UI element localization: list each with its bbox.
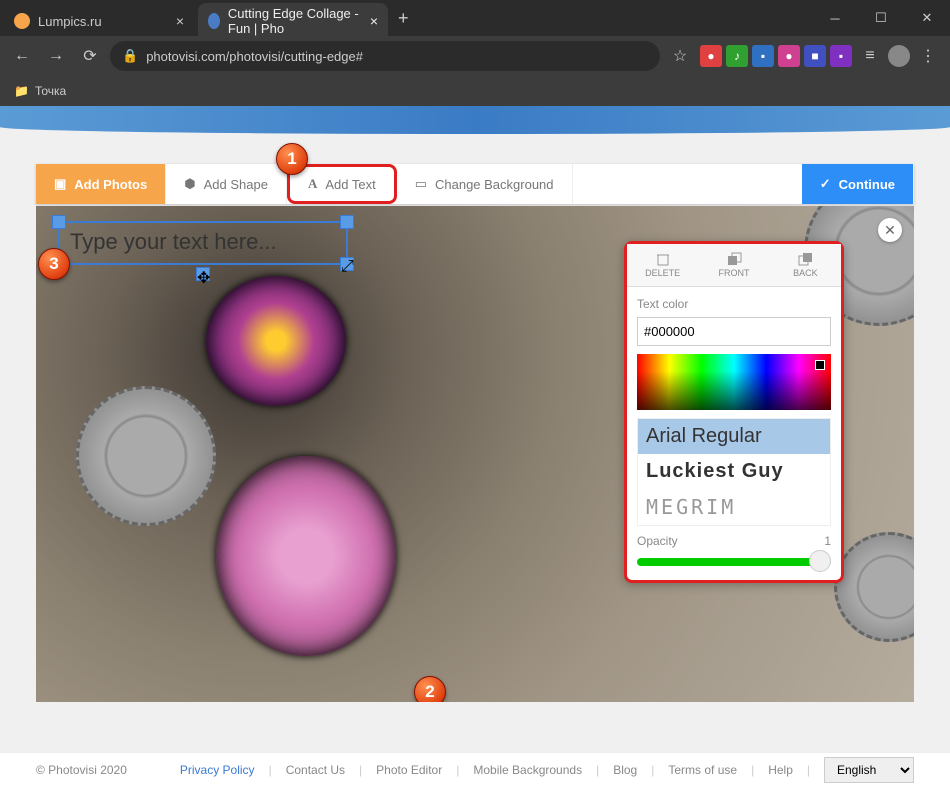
new-tab-button[interactable]: + xyxy=(398,8,409,29)
close-icon[interactable]: × xyxy=(176,13,184,29)
annotation-badge: 2 xyxy=(414,676,446,702)
send-back-button[interactable]: BACK xyxy=(770,244,841,286)
add-shape-button[interactable]: ⬢ Add Shape xyxy=(166,164,287,204)
text-properties-panel: DELETE FRONT BACK Text color xyxy=(624,241,844,583)
button-label: BACK xyxy=(793,268,818,278)
font-option[interactable]: MEGRIM xyxy=(638,489,830,525)
front-icon xyxy=(726,252,742,266)
extension-icon[interactable]: ■ xyxy=(804,45,826,67)
editor-toolbar: ▣ Add Photos ⬢ Add Shape A Add Text 1 ▭ … xyxy=(36,164,914,204)
footer-link[interactable]: Help xyxy=(768,763,793,777)
url-text: photovisi.com/photovisi/cutting-edge# xyxy=(146,49,363,64)
color-picker[interactable] xyxy=(637,354,831,410)
footer-link[interactable]: Mobile Backgrounds xyxy=(473,763,582,777)
extension-icon[interactable]: ▪ xyxy=(830,45,852,67)
bookmark-bar: 📁 Точка xyxy=(0,76,950,106)
favicon-icon xyxy=(14,13,30,29)
close-window-button[interactable]: ✕ xyxy=(904,3,950,33)
button-label: Change Background xyxy=(435,177,554,192)
text-icon: A xyxy=(308,176,317,192)
back-icon xyxy=(797,252,813,266)
bring-front-button[interactable]: FRONT xyxy=(698,244,769,286)
canvas-close-button[interactable]: ✕ xyxy=(878,218,902,242)
move-handle[interactable]: ✥ xyxy=(196,267,210,281)
extension-icon[interactable]: ● xyxy=(700,45,722,67)
browser-tab[interactable]: Lumpics.ru × xyxy=(4,3,194,39)
continue-button[interactable]: ✓ Continue xyxy=(802,164,914,204)
footer-link[interactable]: Photo Editor xyxy=(376,763,442,777)
extension-icon[interactable]: ♪ xyxy=(726,45,748,67)
footer-link[interactable]: Contact Us xyxy=(286,763,345,777)
url-input[interactable]: 🔒 photovisi.com/photovisi/cutting-edge# xyxy=(110,41,660,71)
page-content: ▣ Add Photos ⬢ Add Shape A Add Text 1 ▭ … xyxy=(0,106,950,786)
color-cursor[interactable] xyxy=(815,360,825,370)
footer-link[interactable]: Blog xyxy=(613,763,637,777)
text-placeholder[interactable]: Type your text here... xyxy=(60,223,346,261)
photos-icon: ▣ xyxy=(54,176,66,192)
forward-button[interactable]: → xyxy=(42,42,70,70)
slider-thumb[interactable] xyxy=(809,550,831,572)
color-input[interactable] xyxy=(637,317,831,346)
minimize-button[interactable]: ─ xyxy=(812,3,858,33)
browser-titlebar: Lumpics.ru × Cutting Edge Collage - Fun … xyxy=(0,0,950,36)
annotation-badge: 1 xyxy=(276,143,308,175)
opacity-value: 1 xyxy=(824,534,831,548)
reading-list-icon[interactable]: ≡ xyxy=(856,42,884,70)
bookmark-label: Точка xyxy=(35,84,66,98)
shape-icon: ⬢ xyxy=(184,176,195,192)
maximize-button[interactable]: ☐ xyxy=(858,3,904,33)
button-label: Add Text xyxy=(325,177,375,192)
button-label: FRONT xyxy=(718,268,749,278)
extension-icon[interactable]: ▪ xyxy=(752,45,774,67)
profile-avatar[interactable] xyxy=(888,45,910,67)
photo-hole xyxy=(216,456,396,656)
favicon-icon xyxy=(208,13,220,29)
bookmark-item[interactable]: 📁 Точка xyxy=(14,84,66,98)
tab-title: Cutting Edge Collage - Fun | Pho xyxy=(228,6,370,36)
delete-button[interactable]: DELETE xyxy=(627,244,698,286)
footer-link[interactable]: Terms of use xyxy=(668,763,737,777)
slider-track xyxy=(637,558,831,566)
header-wave xyxy=(0,106,950,134)
trash-icon xyxy=(655,252,671,266)
folder-icon: 📁 xyxy=(14,84,29,98)
add-photos-button[interactable]: ▣ Add Photos xyxy=(36,164,166,204)
button-label: Add Photos xyxy=(74,177,147,192)
gear-graphic xyxy=(76,386,216,526)
language-select[interactable]: English xyxy=(824,757,914,783)
resize-handle[interactable] xyxy=(340,215,354,229)
menu-icon[interactable]: ⋮ xyxy=(914,42,942,70)
resize-handle[interactable] xyxy=(52,215,66,229)
address-bar: ← → ⟳ 🔒 photovisi.com/photovisi/cutting-… xyxy=(0,36,950,76)
image-icon: ▭ xyxy=(415,176,427,192)
close-icon[interactable]: × xyxy=(370,13,378,29)
change-background-button[interactable]: ▭ Change Background xyxy=(397,164,573,204)
back-button[interactable]: ← xyxy=(8,42,36,70)
check-icon: ✓ xyxy=(820,176,831,192)
font-option[interactable]: Luckiest Guy xyxy=(638,454,830,489)
photo-hole xyxy=(206,276,346,406)
button-label: Add Shape xyxy=(204,177,268,192)
text-color-label: Text color xyxy=(637,297,831,311)
reload-button[interactable]: ⟳ xyxy=(76,42,104,70)
rotate-handle[interactable]: ⤢ xyxy=(340,257,354,271)
footer-link[interactable]: Privacy Policy xyxy=(180,763,255,777)
copyright: © Photovisi 2020 xyxy=(36,763,127,777)
font-list[interactable]: Arial Regular Luckiest Guy MEGRIM xyxy=(637,418,831,526)
button-label: DELETE xyxy=(645,268,680,278)
extension-icon[interactable]: ● xyxy=(778,45,800,67)
collage-canvas[interactable]: ✕ Type your text here... ⤢ ✥ 3 DELETE xyxy=(36,206,914,702)
font-option[interactable]: Arial Regular xyxy=(638,419,830,454)
star-icon[interactable]: ☆ xyxy=(666,42,694,70)
browser-tab-active[interactable]: Cutting Edge Collage - Fun | Pho × xyxy=(198,3,388,39)
annotation-badge: 3 xyxy=(38,248,70,280)
tab-title: Lumpics.ru xyxy=(38,14,102,29)
text-element[interactable]: Type your text here... ⤢ ✥ xyxy=(58,221,348,265)
button-label: Continue xyxy=(839,177,895,192)
add-text-button[interactable]: A Add Text 1 xyxy=(287,164,397,204)
page-footer: © Photovisi 2020 Privacy Policy| Contact… xyxy=(0,752,950,786)
opacity-label: Opacity xyxy=(637,534,678,548)
opacity-slider[interactable] xyxy=(637,552,831,570)
lock-icon: 🔒 xyxy=(122,48,138,64)
